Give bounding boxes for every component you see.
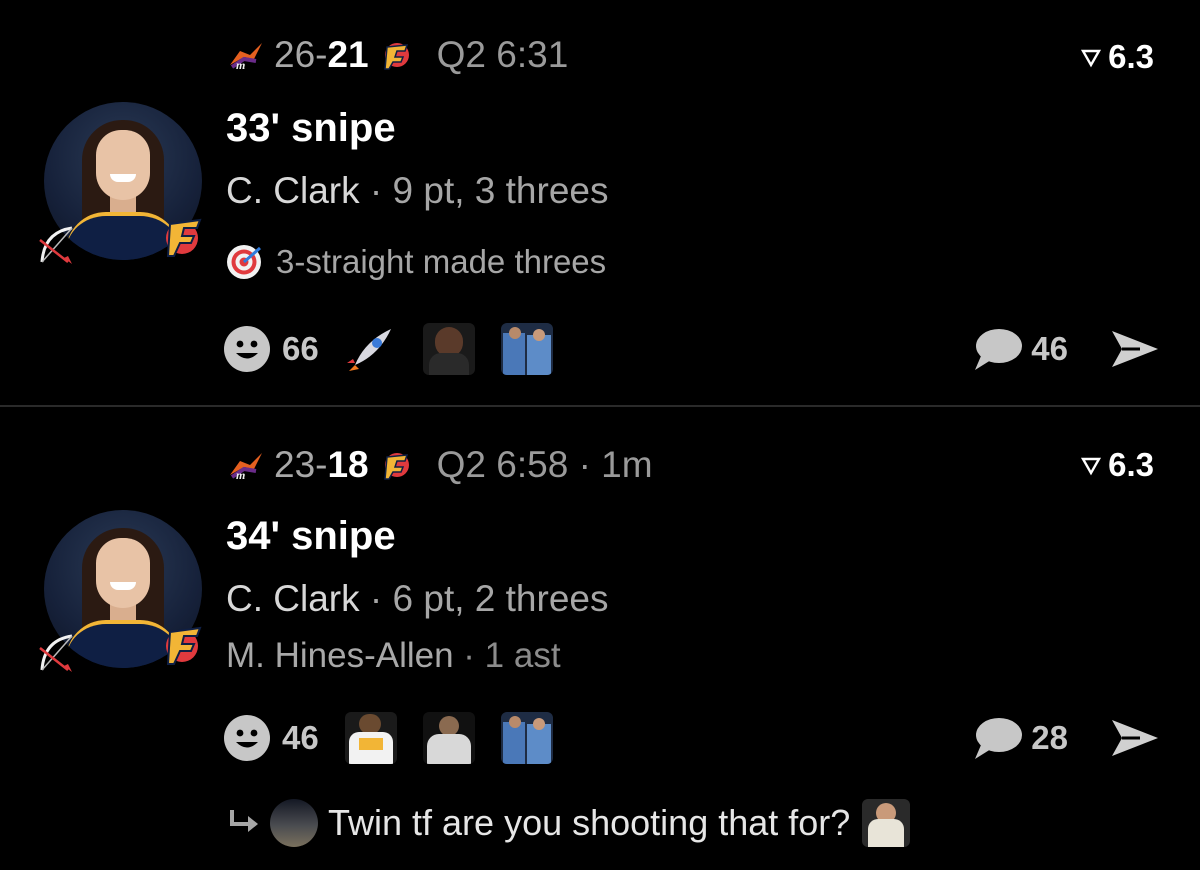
top-reply[interactable]: Twin tf are you shooting that for?: [226, 799, 911, 847]
reaction-gif-thumbnail[interactable]: [422, 323, 475, 375]
bow-arrow-icon: [39, 226, 73, 264]
assist-player-name[interactable]: M. Hines-Allen: [226, 636, 454, 675]
player-name[interactable]: C. Clark: [226, 170, 360, 211]
player-stats: · 9 pt, 3 threes: [359, 170, 609, 211]
player-line: C. Clark · 9 pt, 3 threes: [226, 170, 608, 212]
mercury-logo-icon: m: [230, 43, 262, 71]
play-card-1[interactable]: m 26- 21 Q2 6:31 6.3 33' snipe C. Clark ·…: [0, 0, 1200, 406]
rating[interactable]: 6.3: [1080, 446, 1154, 484]
reaction-bar: 66 46: [222, 321, 1160, 377]
mercury-logo-icon: m: [230, 453, 262, 481]
away-score: 23-: [274, 444, 328, 485]
divider: [0, 405, 1200, 407]
player-name[interactable]: C. Clark: [226, 578, 360, 619]
reaction-gif-thumbnail[interactable]: [422, 712, 475, 764]
smiley-face-icon[interactable]: [222, 713, 272, 763]
reaction-count[interactable]: 66: [282, 330, 319, 368]
comment-count[interactable]: 28: [1031, 719, 1068, 757]
fever-logo-icon: [383, 43, 409, 70]
play-card-2[interactable]: m 23- 18 Q2 6:58 · 1m 6.3 34' snipe C. Cl…: [0, 408, 1200, 870]
scoreline: m 23- 18 Q2 6:58 · 1m: [226, 444, 653, 486]
svg-text:m: m: [236, 58, 245, 71]
player-stats: · 6 pt, 2 threes: [359, 578, 609, 619]
bow-arrow-icon: [39, 634, 73, 672]
reaction-bar: 46 28: [222, 710, 1160, 766]
reaction-gif-thumbnail[interactable]: [344, 712, 397, 764]
rating-value: 6.3: [1108, 446, 1154, 483]
svg-text:m: m: [236, 468, 245, 481]
reply-avatar[interactable]: [270, 799, 318, 847]
fever-logo-icon: [166, 626, 202, 665]
reaction-gif-thumbnail[interactable]: [500, 712, 553, 764]
home-score: 18: [327, 444, 369, 485]
assist-stats: · 1 ast: [453, 636, 561, 675]
rating-value: 6.3: [1108, 38, 1154, 75]
rating[interactable]: 6.3: [1080, 38, 1154, 76]
send-arrow-icon[interactable]: [1110, 716, 1160, 760]
triangle-down-icon: [1081, 457, 1102, 476]
triangle-down-icon: [1081, 49, 1102, 68]
play-title: 34' snipe: [226, 514, 396, 558]
assist-line: M. Hines-Allen · 1 ast: [226, 636, 561, 676]
reply-gif-emoji: [862, 799, 911, 847]
fever-logo-icon: [383, 453, 409, 480]
speech-bubble-icon[interactable]: [971, 326, 1023, 372]
fever-logo-icon: [166, 218, 202, 257]
smiley-face-icon[interactable]: [222, 324, 272, 374]
game-clock: Q2 6:31: [436, 34, 569, 75]
achievement: 3-straight made threes: [224, 242, 606, 282]
home-score: 21: [327, 34, 369, 75]
away-score: 26-: [274, 34, 328, 75]
comment-count[interactable]: 46: [1031, 330, 1068, 368]
send-arrow-icon[interactable]: [1110, 327, 1160, 371]
player-line: C. Clark · 6 pt, 2 threes: [226, 578, 608, 620]
rocket-icon[interactable]: [345, 323, 397, 375]
achievement-text: 3-straight made threes: [276, 243, 607, 280]
game-clock: Q2 6:58 · 1m: [436, 444, 653, 485]
target-icon: [227, 245, 261, 279]
speech-bubble-icon[interactable]: [971, 715, 1023, 761]
scoreline: m 26- 21 Q2 6:31: [226, 34, 568, 76]
play-title: 33' snipe: [226, 106, 396, 150]
reaction-gif-thumbnail[interactable]: [500, 323, 553, 375]
reply-text: Twin tf are you shooting that for?: [328, 802, 851, 843]
reaction-count[interactable]: 46: [282, 719, 319, 757]
reply-arrow-icon: [230, 810, 258, 832]
